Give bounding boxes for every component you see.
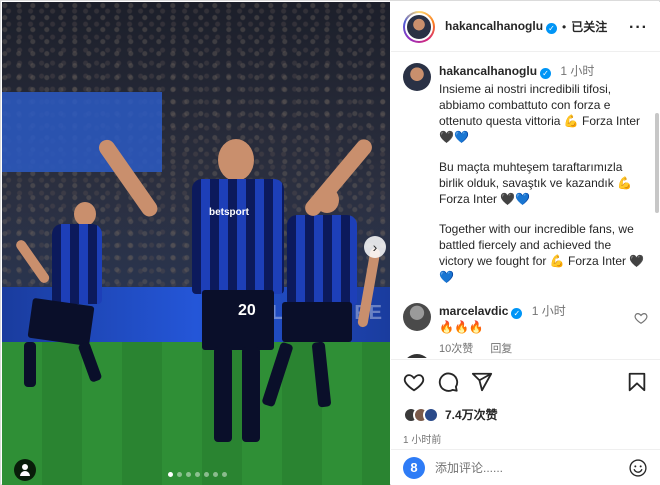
comment-text: 🔥🔥🔥 <box>439 320 484 334</box>
comment-item: marcelavdic ✓ 1 小时 🔥🔥🔥 10次赞 回复 <box>403 303 648 357</box>
heart-icon[interactable] <box>403 371 425 393</box>
bookmark-icon[interactable] <box>626 371 648 393</box>
post-photo[interactable]: PLAY SAFE betsport 20 <box>2 2 390 485</box>
more-options-icon[interactable]: ··· <box>629 19 648 37</box>
player-left <box>14 202 112 402</box>
liker-avatar[interactable] <box>423 406 439 423</box>
share-icon[interactable] <box>471 371 493 393</box>
app-logo-icon: 8 <box>403 456 425 479</box>
player-center: betsport 20 <box>95 107 376 462</box>
comments-section[interactable]: hakancalhanoglu ✓ 1 小时 Insieme ai nostri … <box>391 53 660 358</box>
add-comment-bar: 8 <box>391 449 660 485</box>
author-avatar[interactable] <box>403 10 435 43</box>
carousel-dot <box>195 472 200 477</box>
carousel-dot <box>204 472 209 477</box>
post-time[interactable]: 1 小时前 <box>403 431 648 446</box>
carousel-dot <box>222 472 227 477</box>
comments-scrollbar[interactable] <box>655 113 659 213</box>
sponsor-text: betsport <box>209 207 249 218</box>
comment-item-partial: sergiobustaofficial <box>403 354 546 358</box>
separator-dot: • <box>562 19 567 34</box>
caption-paragraph-english: Together with our incredible fans, we ba… <box>439 222 645 284</box>
verified-badge-icon: ✓ <box>511 308 523 319</box>
emoji-icon[interactable] <box>628 458 648 478</box>
carousel-dot <box>168 472 173 477</box>
caption-avatar[interactable] <box>403 63 431 91</box>
comment-time[interactable]: 1 小时 <box>532 304 566 318</box>
caption-username[interactable]: hakancalhanoglu <box>439 64 537 78</box>
shorts-number: 20 <box>238 302 256 319</box>
next-image-button[interactable]: › <box>364 236 386 258</box>
tagged-people-icon[interactable] <box>14 459 36 481</box>
comment-input[interactable] <box>435 460 628 475</box>
carousel-dot <box>213 472 218 477</box>
caption-time[interactable]: 1 小时 <box>560 64 594 78</box>
comment-icon[interactable] <box>437 371 459 393</box>
carousel-dots <box>168 472 227 477</box>
carousel-dot <box>186 472 191 477</box>
following-button[interactable]: 已关注 <box>571 18 607 35</box>
caption-paragraph-italian: Insieme ai nostri incredibili tifosi, ab… <box>439 82 641 144</box>
verified-badge-icon: ✓ <box>540 68 552 79</box>
likes-count[interactable]: 7.4万次赞 <box>445 406 498 423</box>
carousel-dot <box>177 472 182 477</box>
commenter-avatar[interactable] <box>403 303 431 331</box>
post-header: hakancalhanoglu ✓ • 已关注 ··· <box>391 2 660 52</box>
caption-paragraph-turkish: Bu maçta muhteşem taraftarımızla birlik … <box>439 160 633 206</box>
post-actions: 7.4万次赞 1 小时前 <box>391 359 660 446</box>
commenter-username[interactable]: marcelavdic <box>439 304 508 318</box>
verified-badge-icon: ✓ <box>546 23 558 34</box>
comment-like-heart-icon[interactable] <box>634 311 648 325</box>
caption: hakancalhanoglu ✓ 1 小时 Insieme ai nostri … <box>403 63 648 299</box>
post-dialog: PLAY SAFE betsport 20 <box>0 0 660 485</box>
post-side-panel: hakancalhanoglu ✓ • 已关注 ··· hakancalhanog… <box>391 2 660 485</box>
commenter-avatar[interactable] <box>403 354 431 358</box>
author-username[interactable]: hakancalhanoglu ✓ <box>445 19 558 34</box>
